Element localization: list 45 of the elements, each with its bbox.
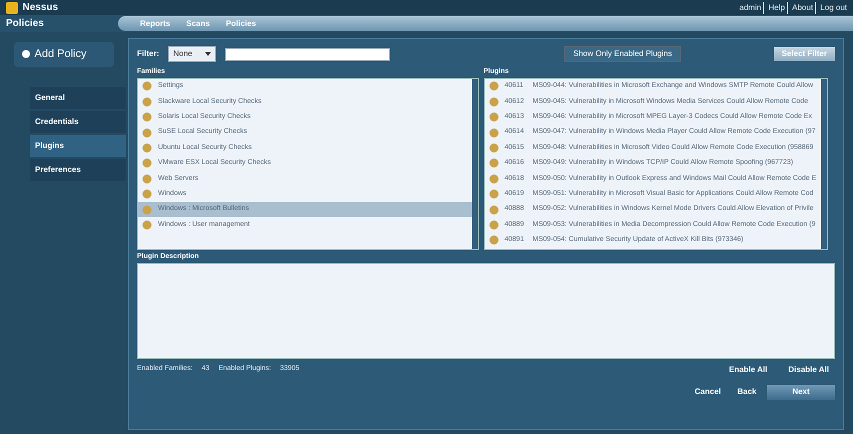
- status-icon: [488, 128, 498, 138]
- status-icon: [142, 189, 152, 200]
- status-icon: [142, 158, 152, 168]
- footer-link[interactable]: Back: [731, 386, 762, 398]
- scrollbar[interactable]: [472, 78, 478, 249]
- add-policy-button[interactable]: Add Policy: [14, 42, 114, 66]
- scrollbar[interactable]: [820, 78, 826, 249]
- footer-link[interactable]: Cancel: [688, 386, 727, 398]
- nav-item[interactable]: Preferences: [30, 158, 126, 180]
- status-icon: [488, 174, 498, 184]
- status-icon: [142, 112, 152, 122]
- filter-select[interactable]: None: [168, 46, 216, 62]
- status-icon: [142, 220, 152, 230]
- nav-item[interactable]: General: [30, 86, 126, 108]
- status-icon: [142, 96, 152, 107]
- status-icon: [488, 81, 498, 92]
- status-icon: [488, 158, 498, 168]
- header-link[interactable]: Log out: [815, 2, 847, 14]
- header-link[interactable]: admin: [739, 2, 762, 14]
- status-icon: [488, 143, 498, 153]
- header-link[interactable]: About: [787, 2, 814, 14]
- next-button[interactable]: Next: [767, 384, 835, 400]
- list-action-link[interactable]: Enable All: [723, 364, 774, 376]
- status-icon: [142, 81, 152, 92]
- app-name: Nessus: [22, 1, 58, 15]
- status-icon: [142, 204, 152, 215]
- status-icon: [488, 112, 498, 122]
- show-enabled-dropdown[interactable]: Show Only Enabled Plugins: [564, 46, 681, 62]
- status-icon: [488, 235, 498, 246]
- header-link[interactable]: Help: [763, 2, 785, 14]
- status-icon: [142, 143, 152, 153]
- status-icon: [142, 128, 152, 138]
- status-icon: [488, 96, 498, 107]
- nav-item[interactable]: Plugins: [30, 134, 126, 156]
- status-icon: [488, 189, 498, 200]
- caret-icon: [205, 52, 212, 56]
- list-action-link[interactable]: Disable All: [782, 364, 835, 376]
- nav-item[interactable]: Credentials: [30, 110, 126, 132]
- filter-label: Filter:: [137, 48, 160, 60]
- status-icon: [488, 220, 498, 230]
- status-icon: [488, 204, 498, 215]
- filter-field[interactable]: [225, 48, 390, 61]
- logo-icon: [6, 2, 18, 14]
- status-icon: [142, 174, 152, 184]
- section-title: Policies: [5, 17, 45, 31]
